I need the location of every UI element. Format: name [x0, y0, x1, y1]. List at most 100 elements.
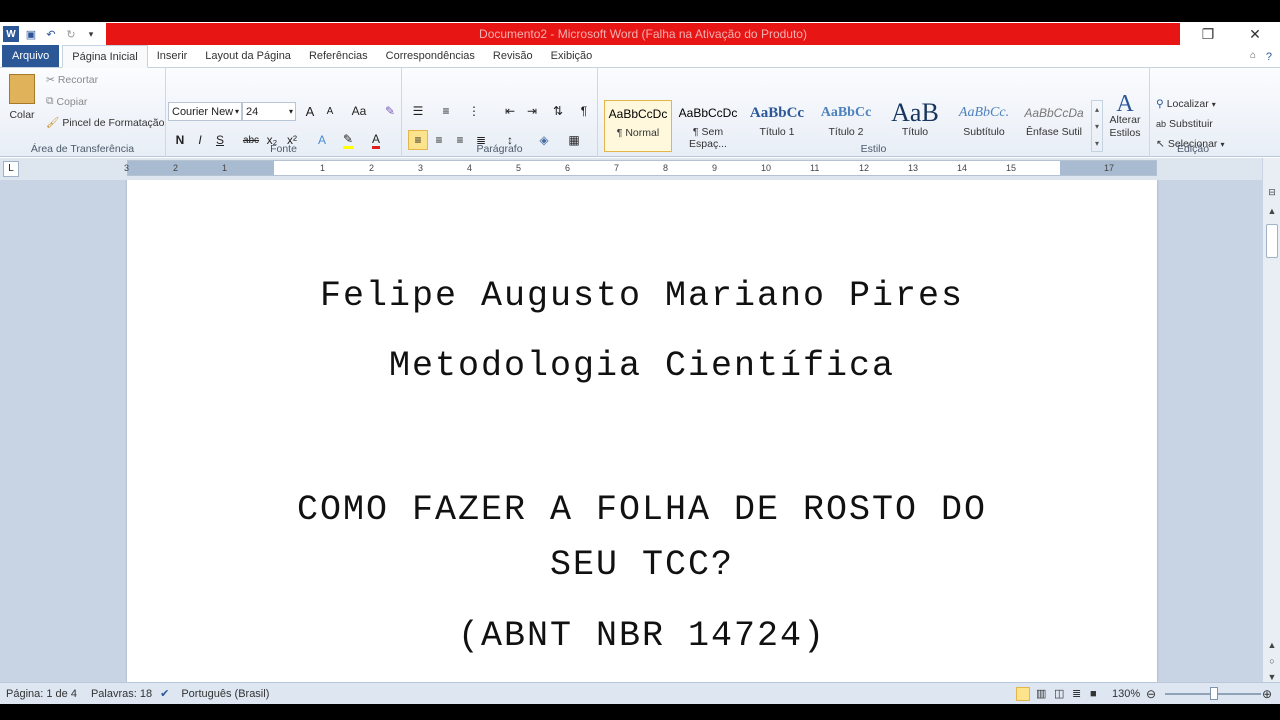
zoom-slider-handle[interactable]: [1210, 687, 1218, 700]
left-margin-shade: [128, 161, 274, 175]
paintbrush-icon: 🖌: [46, 117, 60, 129]
grow-font-button[interactable]: A: [300, 101, 320, 121]
chevron-down-icon: ▾: [234, 107, 239, 116]
numbering-button[interactable]: ≡: [436, 101, 456, 121]
print-layout-icon[interactable]: [1016, 686, 1030, 701]
copy-button[interactable]: ⧉ Copiar: [46, 95, 87, 108]
ruler-tick-label: 9: [712, 163, 718, 173]
clear-formatting-button[interactable]: ✎: [380, 101, 400, 121]
document-page[interactable]: Felipe Augusto Mariano Pires Metodologia…: [127, 180, 1157, 682]
scissors-icon: ✂: [46, 74, 55, 86]
multilevel-list-button[interactable]: ⋮: [464, 101, 484, 121]
decrease-indent-icon: ⇤: [504, 104, 516, 118]
title-line-2[interactable]: SEU TCC?: [127, 545, 1157, 585]
ruler-tick-label: 5: [516, 163, 522, 173]
editing-group-label: Edição: [1176, 143, 1210, 155]
outline-icon[interactable]: ≣: [1072, 687, 1081, 700]
paragraph-group: ☰ ≡ ⋮ ⇤ ⇥ ⇅ ¶ ≡ ≡ ≡ ≣ ↕ ◈ ▦ Parágrafo: [402, 68, 598, 157]
style-name: Ênfase Sutil: [1025, 126, 1083, 138]
ruler-tick-label: 7: [614, 163, 620, 173]
change-styles-button[interactable]: A Alterar Estilos: [1106, 92, 1144, 140]
title-line-1[interactable]: COMO FAZER A FOLHA DE ROSTO DO: [127, 490, 1157, 530]
word-count[interactable]: Palavras: 18: [91, 688, 152, 700]
subject-line[interactable]: Metodologia Científica: [127, 346, 1157, 386]
help-icon[interactable]: ?: [1266, 51, 1272, 63]
ruler-tick-label: 17: [1104, 163, 1115, 173]
page-count[interactable]: Página: 1 de 4: [6, 688, 77, 700]
replace-button[interactable]: ab Substituir: [1156, 118, 1213, 130]
format-painter-label: Pincel de Formatação: [62, 116, 165, 129]
style-preview: AaBbCc: [749, 104, 805, 121]
document-area[interactable]: Felipe Augusto Mariano Pires Metodologia…: [0, 180, 1262, 682]
save-icon[interactable]: ▣: [23, 26, 39, 42]
vertical-scrollbar[interactable]: ⊟ ▲ ▲ ○ ▼: [1262, 158, 1280, 682]
replace-icon: ab: [1156, 119, 1167, 129]
horizontal-ruler[interactable]: 3 2 1 1 2 3 4 5 6 7 8 9 10 11 12 13 14 15 17: [124, 160, 1157, 176]
cut-button[interactable]: ✂ Recortar: [46, 74, 98, 86]
tab-references[interactable]: Referências: [300, 45, 377, 67]
browse-object-icon[interactable]: ○: [1265, 654, 1279, 668]
paste-button[interactable]: Colar: [6, 74, 38, 121]
scroll-thumb[interactable]: [1266, 224, 1278, 258]
language[interactable]: Português (Brasil): [181, 688, 269, 700]
tab-selector-icon[interactable]: L: [3, 161, 19, 177]
shrink-font-icon: A: [326, 105, 334, 117]
word-logo-icon[interactable]: W: [3, 26, 19, 42]
font-group: Courier New ▾ 24 ▾ A A Aa ✎ N I S abc x₂ x…: [166, 68, 402, 157]
editing-group: ⚲ Localizar ▾ ab Substituir ↖ Selecionar ▾ Ed…: [1150, 68, 1236, 157]
tab-view[interactable]: Exibição: [542, 45, 602, 67]
increase-indent-button[interactable]: ⇥: [522, 101, 542, 121]
undo-icon[interactable]: ↶: [43, 26, 59, 42]
tab-page-layout[interactable]: Layout da Página: [196, 45, 300, 67]
pilcrow-icon: ¶: [580, 104, 588, 118]
customize-qat-icon[interactable]: ▾: [83, 26, 99, 42]
author-line[interactable]: Felipe Augusto Mariano Pires: [127, 276, 1157, 316]
shrink-font-button[interactable]: A: [320, 101, 340, 121]
cut-label: Recortar: [57, 74, 99, 86]
tab-file[interactable]: Arquivo: [2, 45, 60, 67]
zoom-in-icon[interactable]: ⊕: [1262, 687, 1272, 701]
tab-insert[interactable]: Inserir: [148, 45, 197, 67]
tab-mailings[interactable]: Correspondências: [377, 45, 484, 67]
standard-line[interactable]: (ABNT NBR 14724): [127, 616, 1157, 656]
view-ruler-icon[interactable]: ⊟: [1265, 185, 1279, 199]
redo-icon[interactable]: ↻: [63, 26, 79, 42]
style-preview: AaBbCcDc: [678, 106, 738, 120]
font-group-label: Fonte: [270, 143, 297, 155]
tab-home[interactable]: Página Inicial: [62, 45, 148, 68]
bullets-button[interactable]: ☰: [408, 101, 428, 121]
style-name: Título 2: [828, 126, 864, 138]
word-window: W ▣ ↶ ↻ ▾ Documento2 - Microsoft Word (F…: [0, 22, 1280, 704]
show-marks-button[interactable]: ¶: [574, 101, 594, 121]
sort-button[interactable]: ⇅: [548, 101, 568, 121]
font-size-value: 24: [246, 105, 259, 118]
style-name: Título 1: [759, 126, 795, 138]
style-name: Subtítulo: [963, 126, 1005, 138]
style-preview: AaB: [891, 100, 939, 126]
previous-page-icon[interactable]: ▲: [1265, 638, 1279, 652]
bullets-icon: ☰: [412, 104, 424, 118]
proofing-icon[interactable]: ✔: [160, 687, 169, 700]
zoom-level[interactable]: 130%: [1112, 688, 1140, 700]
zoom-out-icon[interactable]: ⊖: [1146, 687, 1156, 701]
scroll-up-icon[interactable]: ▲: [1265, 204, 1279, 218]
format-painter-button[interactable]: 🖌 Pincel de Formatação: [46, 116, 165, 130]
paste-label: Colar: [9, 109, 35, 121]
find-button[interactable]: ⚲ Localizar ▾: [1156, 98, 1216, 110]
minimize-ribbon-icon[interactable]: ⌂: [1250, 50, 1256, 61]
change-case-button[interactable]: Aa: [346, 101, 372, 121]
full-screen-reading-icon[interactable]: ▥: [1036, 687, 1046, 700]
draft-icon[interactable]: ■: [1090, 688, 1097, 700]
restore-button[interactable]: ❐: [1188, 22, 1228, 46]
chevron-down-icon: ▾: [1211, 99, 1216, 109]
tab-review[interactable]: Revisão: [484, 45, 542, 67]
font-name-value: Courier New: [172, 105, 234, 118]
ruler-tick-label: 3: [124, 163, 130, 173]
ruler-tick-label: 6: [565, 163, 571, 173]
decrease-indent-button[interactable]: ⇤: [500, 101, 520, 121]
font-size-select[interactable]: 24 ▾: [242, 102, 296, 121]
web-layout-icon[interactable]: ◫: [1054, 687, 1064, 700]
close-button[interactable]: ✕: [1235, 22, 1275, 46]
font-name-select[interactable]: Courier New ▾: [168, 102, 242, 121]
style-preview: AaBbCcDc: [608, 107, 668, 121]
